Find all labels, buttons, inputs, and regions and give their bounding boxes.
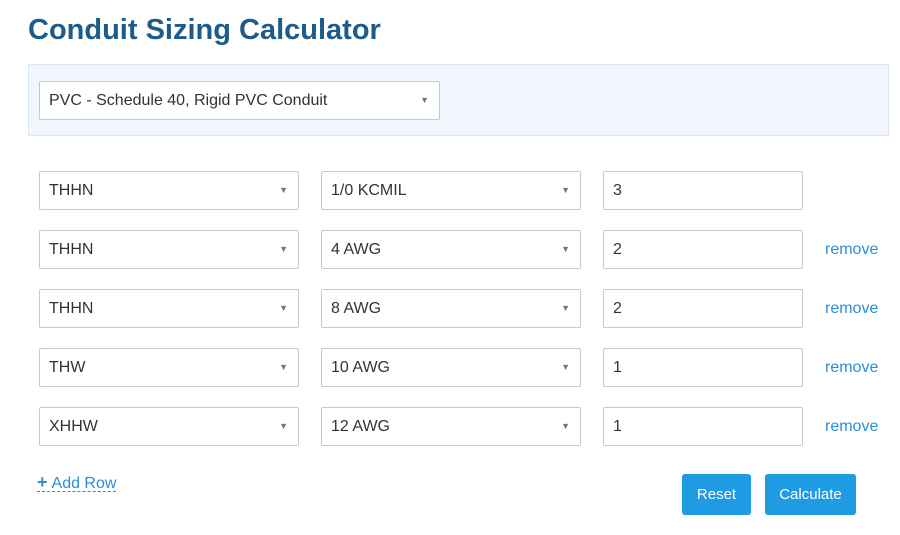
insulation-value: THHN (49, 241, 94, 258)
caret-down-icon: ▼ (561, 362, 570, 372)
insulation-select[interactable]: THHN ▼ (39, 171, 299, 210)
insulation-value: THW (49, 359, 86, 376)
wire-size-select[interactable]: 4 AWG ▼ (321, 230, 581, 269)
calculate-button[interactable]: Calculate (765, 474, 856, 515)
caret-down-icon: ▼ (561, 244, 570, 254)
insulation-select[interactable]: THHN ▼ (39, 230, 299, 269)
caret-down-icon: ▼ (561, 185, 570, 195)
caret-down-icon: ▼ (279, 244, 288, 254)
insulation-select[interactable]: THHN ▼ (39, 289, 299, 328)
insulation-value: XHHW (49, 418, 98, 435)
caret-down-icon: ▼ (279, 362, 288, 372)
caret-down-icon: ▼ (279, 421, 288, 431)
insulation-select[interactable]: THW ▼ (39, 348, 299, 387)
wire-size-select[interactable]: 8 AWG ▼ (321, 289, 581, 328)
caret-down-icon: ▼ (561, 421, 570, 431)
conduit-type-panel: PVC - Schedule 40, Rigid PVC Conduit ▼ (28, 64, 889, 136)
remove-row-link[interactable]: remove (825, 230, 878, 269)
wire-size-value: 4 AWG (331, 241, 382, 258)
quantity-input[interactable] (603, 230, 803, 269)
conduit-type-select[interactable]: PVC - Schedule 40, Rigid PVC Conduit ▼ (39, 81, 440, 120)
page-title: Conduit Sizing Calculator (28, 14, 381, 46)
quantity-input[interactable] (603, 348, 803, 387)
add-row-label: Add Row (51, 475, 117, 492)
caret-down-icon: ▼ (279, 303, 288, 313)
conduit-type-value: PVC - Schedule 40, Rigid PVC Conduit (49, 92, 328, 109)
quantity-input[interactable] (603, 289, 803, 328)
remove-row-link[interactable]: remove (825, 348, 878, 387)
wire-size-value: 8 AWG (331, 300, 382, 317)
caret-down-icon: ▼ (420, 95, 429, 105)
caret-down-icon: ▼ (561, 303, 570, 313)
wire-size-value: 1/0 KCMIL (331, 182, 407, 199)
remove-row-link[interactable]: remove (825, 289, 878, 328)
remove-row-link[interactable]: remove (825, 407, 878, 446)
insulation-select[interactable]: XHHW ▼ (39, 407, 299, 446)
plus-icon: + (37, 472, 48, 492)
quantity-input[interactable] (603, 407, 803, 446)
reset-button[interactable]: Reset (682, 474, 751, 515)
insulation-value: THHN (49, 300, 94, 317)
wire-size-select[interactable]: 10 AWG ▼ (321, 348, 581, 387)
quantity-input[interactable] (603, 171, 803, 210)
wire-size-value: 10 AWG (331, 359, 390, 376)
wire-size-select[interactable]: 12 AWG ▼ (321, 407, 581, 446)
wire-size-value: 12 AWG (331, 418, 390, 435)
insulation-value: THHN (49, 182, 94, 199)
wire-size-select[interactable]: 1/0 KCMIL ▼ (321, 171, 581, 210)
add-row-link[interactable]: + Add Row (37, 472, 117, 492)
caret-down-icon: ▼ (279, 185, 288, 195)
